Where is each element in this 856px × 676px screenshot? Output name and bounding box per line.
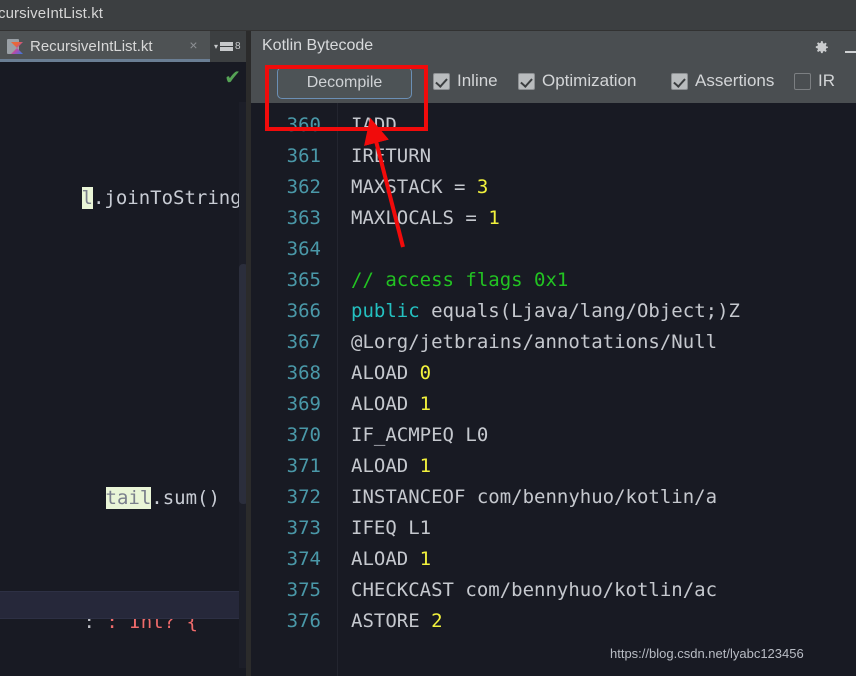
bytecode-line-number: 372 [286,486,321,508]
checkbox-assertions-box[interactable] [671,72,688,90]
bytecode-line: 368 ALOAD 0 [251,358,856,389]
checkbox-ir-box[interactable] [794,72,811,90]
bytecode-line-number: 371 [286,455,321,477]
bytecode-line: 371 ALOAD 1 [251,451,856,482]
close-icon[interactable]: × [186,38,201,53]
tab-count-label: 8 [235,41,241,52]
kotlin-file-icon [7,38,24,55]
bytecode-line: 366 public equals(Ljava/lang/Object;)Z [251,296,856,327]
tab-list-icon [220,41,234,52]
bytecode-line-number: 365 [286,269,321,291]
editor-text-area[interactable]: ✔ l.joinToString(sep tail.sum() : : Int?… [0,62,251,676]
bytecode-line-number: 370 [286,424,321,446]
checkbox-assertions[interactable]: Assertions [671,71,774,91]
bytecode-line-list: 359 L1 360 IADD 361 IRETURN 362 MAXSTACK = 3 363… [251,103,856,637]
decompile-button[interactable]: Decompile [277,67,412,99]
bytecode-line-code: MAXLOCALS = 1 [351,207,500,229]
bytecode-line-code: IF_ACMPEQ L0 [351,424,489,446]
window-title-bar: cursiveIntList.kt [0,0,856,31]
bytecode-line-code: IRETURN [351,145,432,167]
bytecode-line-number: 368 [286,362,321,384]
bytecode-line: 364 [251,234,856,265]
checkbox-optimization-label: Optimization [542,71,637,90]
watermark-text: https://blog.csdn.net/lyabc123456 [610,646,804,661]
bytecode-line-number: 360 [286,114,321,136]
editor-panel: RecursiveIntList.kt × ▾ 8 ✔ l.joinToStri… [0,31,251,676]
bytecode-line-code: ALOAD 1 [351,393,432,415]
bytecode-line: 362 MAXSTACK = 3 [251,172,856,203]
checkbox-optimization-box[interactable] [518,72,535,90]
bytecode-line: 365 // access flags 0x1 [251,265,856,296]
bytecode-line-code: public equals(Ljava/lang/Object;)Z [351,300,740,322]
bytecode-line-number: 367 [286,331,321,353]
checkbox-inline[interactable]: Inline [433,71,498,91]
bytecode-line-code: ASTORE 2 [351,610,443,632]
bytecode-line-code: INSTANCEOF com/bennyhuo/kotlin/a [351,486,718,508]
bytecode-line: 367 @Lorg/jetbrains/annotations/Null [251,327,856,358]
chevron-down-icon: ▾ [214,41,219,51]
bytecode-line-code: ALOAD 1 [351,455,432,477]
gear-icon[interactable] [813,39,830,56]
bytecode-line-number: 366 [286,300,321,322]
editor-code-line-1: l.joinToString(sep [0,156,251,240]
bytecode-line-number: 369 [286,393,321,415]
tool-window-title: Kotlin Bytecode [262,37,374,54]
bytecode-line: 373 IFEQ L1 [251,513,856,544]
editor-current-line-highlight [0,591,243,619]
window-title: cursiveIntList.kt [0,5,104,22]
bytecode-line: 372 INSTANCEOF com/bennyhuo/kotlin/a [251,482,856,513]
bytecode-line: 370 IF_ACMPEQ L0 [251,420,856,451]
editor-tab-strip: RecursiveIntList.kt × ▾ 8 [0,31,251,62]
editor-highlighted-identifier-1: l [81,187,93,209]
bytecode-line: 369 ALOAD 1 [251,389,856,420]
inspection-ok-icon[interactable]: ✔ [224,67,241,87]
bytecode-line-number: 359 [251,103,321,110]
editor-tab-recursiveintlist[interactable]: RecursiveIntList.kt [0,31,210,62]
bytecode-line-code: ALOAD 0 [351,362,432,384]
bytecode-toolbar: Decompile Inline Optimization Assertions… [251,63,856,103]
screenshot-root: cursiveIntList.kt RecursiveIntList.kt × … [0,0,856,676]
bytecode-line: 359 L1 [251,103,856,110]
bytecode-text-area[interactable]: 359 L1 360 IADD 361 IRETURN 362 MAXSTACK = 3 363… [251,103,856,676]
bytecode-line-code: // access flags 0x1 [351,269,569,291]
kotlin-bytecode-tool-window: Kotlin Bytecode Decompile Inline Optimiz… [251,31,856,676]
checkbox-inline-label: Inline [457,71,498,90]
checkbox-ir-label: IR [818,71,835,90]
bytecode-line-number: 374 [286,548,321,570]
bytecode-line-number: 361 [286,145,321,167]
editor-highlighted-identifier-2: tail [105,487,152,509]
editor-code-text-2: .sum() [151,487,220,509]
bytecode-line-number: 375 [286,579,321,601]
bytecode-line: 374 ALOAD 1 [251,544,856,575]
bytecode-line: 361 IRETURN [251,141,856,172]
bytecode-line: 376 ASTORE 2 [251,606,856,637]
bytecode-line-code: ALOAD 1 [351,548,432,570]
bytecode-line-code: IFEQ L1 [351,517,432,539]
bytecode-line-code: MAXSTACK = 3 [351,176,489,198]
bytecode-line-code: IADD [351,114,397,136]
editor-code-text-1: .joinToString(sep [92,187,251,209]
checkbox-inline-box[interactable] [433,72,450,90]
bytecode-line-number: 363 [286,207,321,229]
tool-window-header: Kotlin Bytecode [251,31,856,63]
bytecode-line: 375 CHECKCAST com/bennyhuo/kotlin/ac [251,575,856,606]
minimize-icon[interactable] [845,51,856,53]
editor-code-line-2: tail.sum() [14,456,220,540]
bytecode-line-code: L1 [351,103,374,110]
bytecode-line: 363 MAXLOCALS = 1 [251,203,856,234]
checkbox-optimization[interactable]: Optimization [518,71,636,91]
editor-tab-label: RecursiveIntList.kt [30,38,153,55]
tab-overflow-control[interactable]: ▾ 8 [214,37,241,56]
checkbox-ir[interactable]: IR [794,71,835,91]
bytecode-line-number: 373 [286,517,321,539]
bytecode-line-number: 364 [286,238,321,260]
bytecode-line-code: CHECKCAST com/bennyhuo/kotlin/ac [351,579,718,601]
checkbox-assertions-label: Assertions [695,71,775,90]
bytecode-line-number: 362 [286,176,321,198]
bytecode-line-number: 376 [286,610,321,632]
bytecode-line-code: @Lorg/jetbrains/annotations/Null [351,331,718,353]
bytecode-line: 360 IADD [251,110,856,141]
